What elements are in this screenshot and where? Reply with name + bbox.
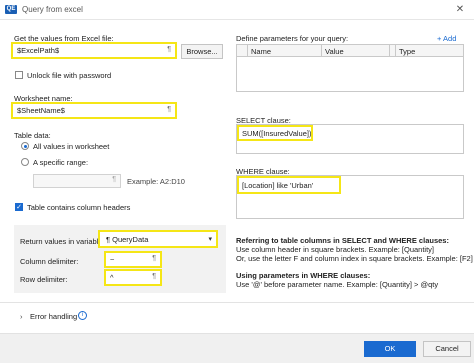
help-parameters-title: Using parameters in WHERE clauses: [236, 271, 371, 280]
close-icon[interactable]: ✕ [446, 0, 474, 20]
range-example: Example: A2:D10 [127, 177, 185, 186]
window-title: Query from excel [22, 5, 83, 14]
help-parameters-line1: Use '@' before parameter name. Example: … [236, 280, 439, 289]
radio-specific-range-label: A specific range: [33, 158, 89, 167]
where-clause-input[interactable]: [Location] like 'Urban' [237, 176, 341, 194]
help-columns-title: Referring to table columns in SELECT and… [236, 236, 449, 245]
unlock-password-checkbox[interactable] [15, 71, 23, 79]
parameters-label: Define parameters for your query: [236, 34, 349, 43]
column-headers-label: Table contains column headers [27, 203, 131, 212]
radio-specific-range[interactable] [21, 158, 29, 166]
help-columns-line1: Use column header in square brackets. Ex… [236, 245, 435, 254]
worksheet-input[interactable]: $SheetName$ ¶ [11, 102, 177, 119]
variable-picker-icon[interactable]: ¶ [167, 106, 171, 113]
dialog-footer: OK Cancel [0, 333, 474, 363]
cancel-button[interactable]: Cancel [423, 341, 471, 357]
chevron-down-icon[interactable]: ▾ [208, 235, 212, 243]
ok-button[interactable]: OK [364, 341, 416, 357]
column-delimiter-label: Column delimiter: [20, 257, 79, 266]
column-header-name: Name [251, 47, 272, 56]
return-variable-label: Return values in variable: [20, 237, 105, 246]
column-header-value: Value [325, 47, 344, 56]
excel-query-icon: QE [5, 5, 17, 14]
where-clause-box[interactable]: [Location] like 'Urban' [236, 175, 464, 219]
column-header-type: Type [399, 47, 416, 56]
parameters-table-header: Name Value Type [236, 44, 464, 57]
chevron-right-icon[interactable]: › [20, 312, 23, 321]
range-input[interactable]: ¶ [33, 174, 121, 188]
unlock-password-label: Unlock file with password [27, 71, 112, 80]
radio-all-values-label: All values in worksheet [33, 142, 110, 151]
row-delimiter-label: Row delimiter: [20, 275, 68, 284]
parameters-table: Name Value Type [236, 44, 464, 92]
browse-button[interactable]: Browse... [181, 44, 223, 59]
help-columns-line2: Or, use the letter F and column index in… [236, 254, 473, 263]
variable-picker-icon[interactable]: ¶ [152, 255, 156, 262]
info-icon[interactable]: i [78, 311, 87, 320]
select-clause-input[interactable]: SUM([InsuredValue]) [237, 125, 313, 141]
divider [0, 302, 474, 303]
radio-all-values[interactable] [21, 142, 29, 150]
return-variable-select[interactable]: ¶ QueryData ▾ [98, 230, 218, 248]
column-headers-checkbox[interactable]: ✓ [15, 203, 23, 211]
variable-picker-icon[interactable]: ¶ [167, 46, 171, 53]
row-delimiter-input[interactable]: ^ ¶ [104, 269, 162, 286]
excel-file-input[interactable]: $ExcelPath$ ¶ [11, 42, 177, 59]
table-data-label: Table data: [14, 131, 51, 140]
variable-picker-icon[interactable]: ¶ [152, 273, 156, 280]
add-parameter-link[interactable]: + Add [437, 34, 456, 43]
title-bar: QE Query from excel ✕ [0, 0, 474, 20]
error-handling-toggle[interactable]: Error handling [30, 312, 77, 321]
select-clause-box[interactable]: SUM([InsuredValue]) [236, 124, 464, 154]
variable-picker-icon[interactable]: ¶ [112, 176, 116, 183]
column-delimiter-input[interactable]: ~ ¶ [104, 251, 162, 268]
